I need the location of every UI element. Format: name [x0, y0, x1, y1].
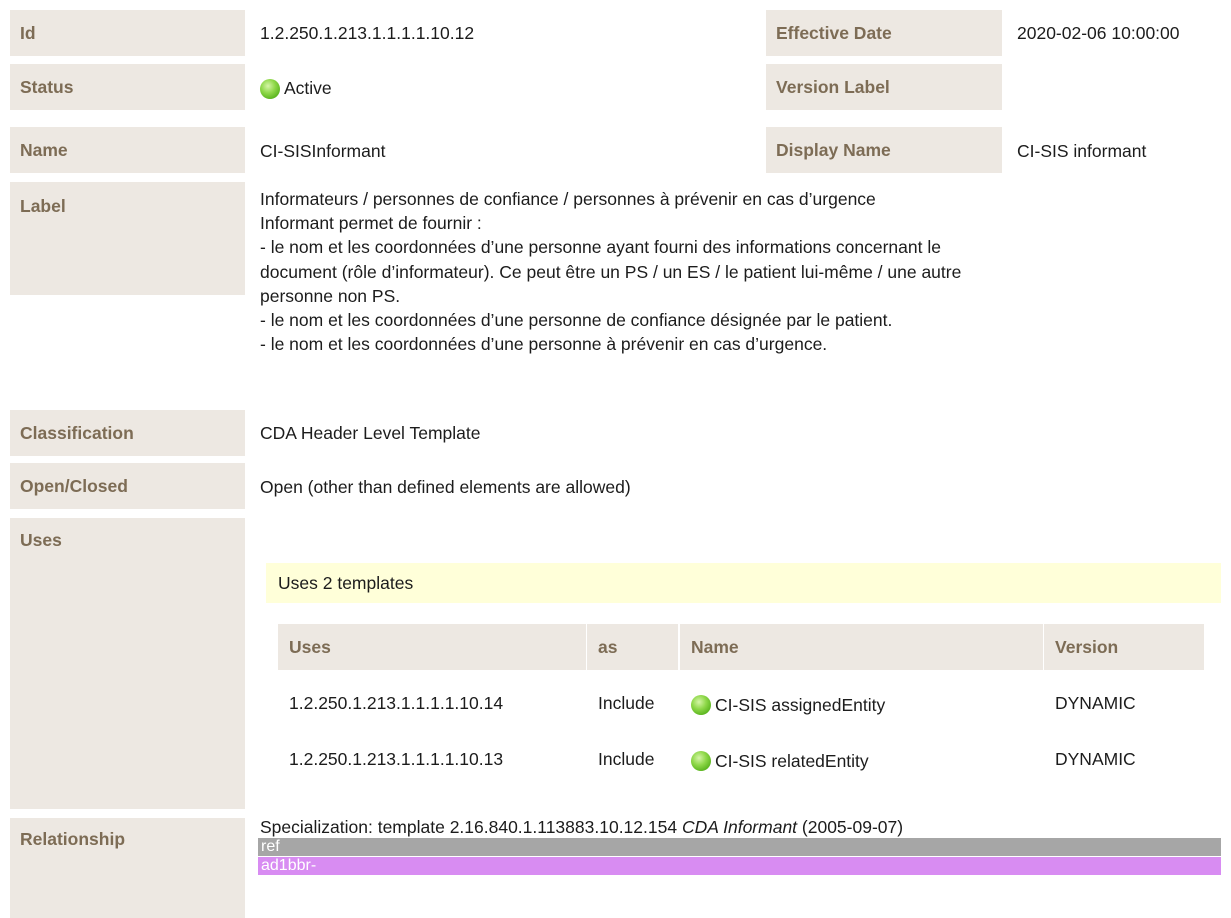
id-label: Id	[10, 10, 245, 56]
status-active-icon	[691, 751, 711, 771]
name-col-header: Name	[680, 624, 1043, 670]
label-line: Informant permet de fournir :	[260, 213, 482, 234]
ref-tag: ref	[258, 838, 1221, 856]
label-line: Informateurs / personnes de confiance / …	[260, 189, 876, 209]
relationship-suffix: (2005-09-07)	[797, 817, 904, 837]
template-version: DYNAMIC	[1055, 748, 1136, 769]
label-line: - le nom et les coordonnées d’une person…	[260, 334, 828, 355]
display-name-value: CI-SIS informant	[1017, 141, 1147, 161]
template-version: DYNAMIC	[1055, 692, 1136, 713]
relationship-prefix: Specialization: template 2.16.840.1.1138…	[260, 817, 682, 837]
version-label-label: Version Label	[766, 64, 1002, 110]
template-name-link[interactable]: CI-SIS assignedEntity	[691, 692, 885, 718]
status-text: Active	[284, 78, 332, 98]
label-label: Label	[10, 182, 245, 295]
relationship-value: Specialization: template 2.16.840.1.1138…	[260, 817, 903, 838]
relationship-label: Relationship	[10, 818, 245, 918]
open-closed-label: Open/Closed	[10, 463, 245, 509]
status-active-icon	[260, 79, 280, 100]
version-col-header: Version	[1044, 624, 1204, 670]
label-line: - le nom et les coordonnées d’une person…	[260, 237, 941, 258]
template-id-link[interactable]: 1.2.250.1.213.1.1.1.1.10.14	[289, 690, 503, 716]
id-value: 1.2.250.1.213.1.1.1.1.10.12	[260, 23, 475, 43]
template-id-link[interactable]: 1.2.250.1.213.1.1.1.1.10.13	[289, 746, 503, 772]
template-as: Include	[598, 748, 655, 769]
template-name: CI-SIS relatedEntity	[715, 750, 869, 771]
classification-value: CDA Header Level Template	[260, 423, 481, 443]
status-value: Active	[260, 78, 332, 100]
status-label: Status	[10, 64, 245, 110]
template-name: CI-SIS assignedEntity	[715, 694, 886, 715]
name-label: Name	[10, 127, 245, 173]
uses-summary: Uses 2 templates	[266, 563, 1221, 603]
effective-date-value: 2020-02-06 10:00:00	[1017, 23, 1180, 43]
template-name-link[interactable]: CI-SIS relatedEntity	[691, 748, 869, 774]
uses-col-header: Uses	[278, 624, 586, 670]
name-value: CI-SISInformant	[260, 141, 386, 161]
status-active-icon	[691, 695, 711, 715]
uses-label: Uses	[10, 518, 245, 809]
classification-label: Classification	[10, 410, 245, 456]
open-closed-value: Open (other than defined elements are al…	[260, 477, 631, 497]
display-name-label: Display Name	[766, 127, 1002, 173]
label-line: document (rôle d’informateur). Ce peut ê…	[260, 261, 962, 282]
effective-date-label: Effective Date	[766, 10, 1002, 56]
label-value: Informateurs / personnes de confiance / …	[260, 187, 1210, 356]
relationship-template-name[interactable]: CDA Informant	[682, 817, 797, 837]
template-as: Include	[598, 692, 655, 713]
as-col-header: as	[587, 624, 678, 670]
label-line: personne non PS.	[260, 285, 401, 306]
prefix-tag: ad1bbr-	[258, 857, 1221, 875]
label-line: - le nom et les coordonnées d’une person…	[260, 310, 893, 331]
